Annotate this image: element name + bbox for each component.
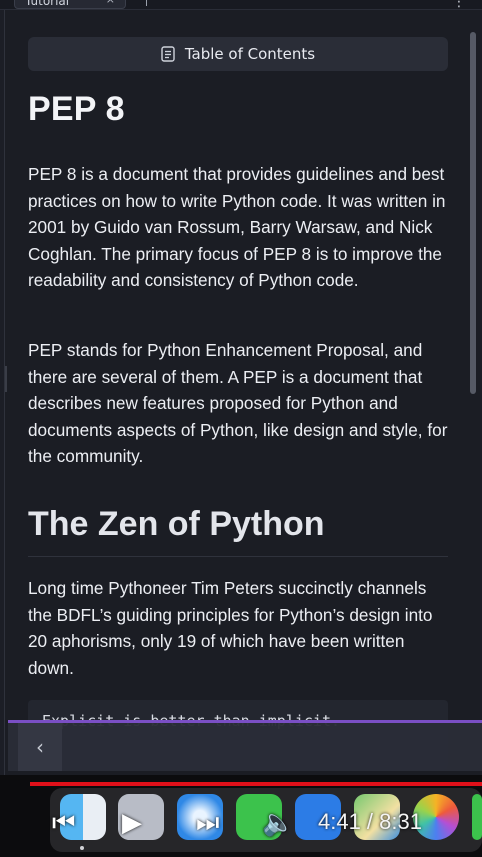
toc-label: Table of Contents xyxy=(184,45,316,63)
dock-running-indicator xyxy=(80,846,84,850)
paragraph-pep-definition: PEP stands for Python Enhancement Propos… xyxy=(28,340,448,466)
collapse-chevron-left-icon[interactable]: ‹ xyxy=(18,723,62,771)
paragraph-pep8-intro: PEP 8 is a document that provides guidel… xyxy=(28,164,446,290)
tab-divider xyxy=(146,0,147,6)
heading-zen-of-python: The Zen of Python xyxy=(28,505,325,543)
video-progress-bar[interactable] xyxy=(30,782,482,786)
bottom-panel-bar: ‹ xyxy=(8,723,482,771)
table-of-contents-button[interactable]: Table of Contents xyxy=(28,37,448,71)
tab-title: Tutorial xyxy=(25,0,70,8)
previous-icon[interactable]: ⏮ xyxy=(52,808,75,839)
pane-resize-handle[interactable] xyxy=(5,366,7,392)
tab-strip: Tutorial × ⋮ xyxy=(0,0,482,10)
tab-tutorial[interactable]: Tutorial × xyxy=(14,0,126,9)
document-list-icon xyxy=(161,46,175,62)
play-icon[interactable]: ▶ xyxy=(122,808,142,838)
heading-divider xyxy=(28,556,448,557)
facetime-app-icon[interactable] xyxy=(472,794,482,840)
heading-pep8: PEP 8 xyxy=(28,90,125,128)
more-menu-icon[interactable]: ⋮ xyxy=(452,0,466,10)
close-icon[interactable]: × xyxy=(106,0,115,6)
next-icon[interactable]: ⏭ xyxy=(196,808,219,839)
volume-icon[interactable]: 🔈 xyxy=(262,808,294,838)
content-pane[interactable]: Table of Contents PEP 8 PEP 8 is a docum… xyxy=(4,10,480,775)
paragraph-zen-intro: Long time Pythoneer Tim Peters succinctl… xyxy=(28,578,433,678)
scrollbar-thumb[interactable] xyxy=(470,32,476,394)
video-time: 4:41 / 8:31 xyxy=(318,809,422,834)
